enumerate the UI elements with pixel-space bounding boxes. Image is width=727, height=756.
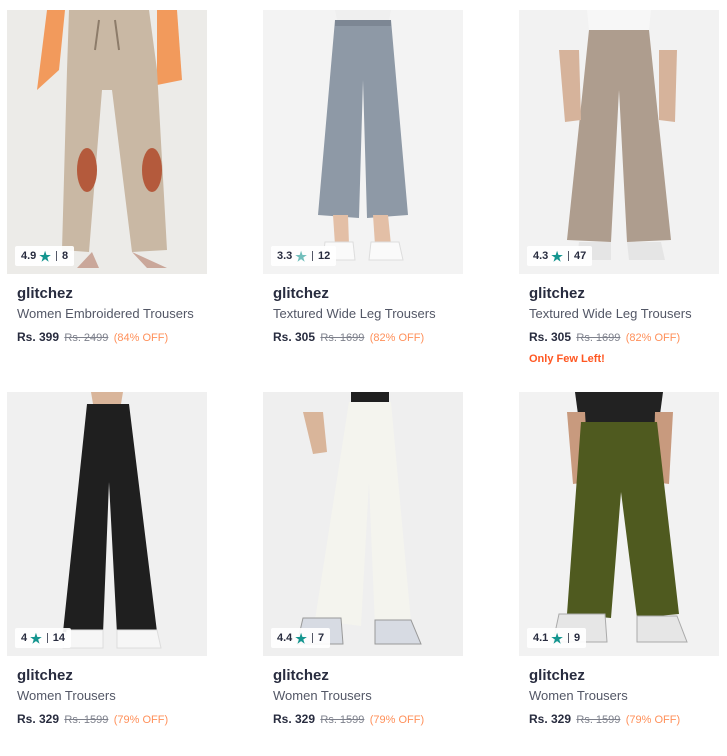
product-card[interactable]: 4.4 ★ 7 glitchez Women Trousers Rs. 329 … (263, 392, 463, 728)
product-image[interactable]: 4.9 ★ 8 (7, 10, 207, 274)
rating-value: 4.3 (533, 250, 549, 262)
original-price: Rs. 1599 (320, 714, 365, 726)
olive-trousers-image (552, 392, 688, 643)
rating-divider (46, 633, 48, 643)
brand-name: glitchez (273, 667, 329, 684)
product-card[interactable]: 4 ★ 14 glitchez Women Trousers Rs. 329 R… (7, 392, 207, 728)
price-row: Rs. 305 Rs. 1699 (82% OFF) (529, 330, 709, 346)
original-price: Rs. 2499 (64, 332, 109, 344)
discount-percent: (79% OFF) (625, 714, 681, 726)
stock-alert: Only Few Left! (529, 353, 605, 365)
rating-divider (567, 251, 569, 261)
rating-badge: 4.1 ★ 9 (527, 628, 587, 648)
star-icon: ★ (39, 248, 51, 264)
discounted-price: Rs. 329 (529, 712, 572, 726)
discount-percent: (82% OFF) (369, 332, 425, 344)
rating-divider (311, 633, 313, 643)
original-price: Rs. 1599 (576, 714, 621, 726)
star-icon: ★ (551, 630, 563, 646)
white-trousers-image (296, 392, 422, 645)
rating-divider (567, 633, 569, 643)
rating-count: 7 (317, 632, 325, 644)
taupe-trousers-image (559, 10, 677, 260)
price-row: Rs. 329 Rs. 1599 (79% OFF) (17, 712, 197, 728)
rating-value: 4.4 (277, 632, 293, 644)
discounted-price: Rs. 305 (273, 330, 316, 344)
discount-percent: (79% OFF) (369, 714, 425, 726)
rating-count: 8 (61, 250, 69, 262)
rating-value: 4 (21, 632, 28, 644)
brand-name: glitchez (529, 667, 585, 684)
discounted-price: Rs. 399 (17, 330, 60, 344)
brand-name: glitchez (17, 285, 73, 302)
product-name: Women Trousers (17, 688, 116, 703)
original-price: Rs. 1699 (576, 332, 621, 344)
embroidered-trousers-image (37, 10, 182, 268)
rating-badge: 3.3 ★ 12 (271, 246, 337, 266)
rating-count: 12 (317, 250, 331, 262)
product-card[interactable]: 4.3 ★ 47 glitchez Textured Wide Leg Trou… (519, 10, 719, 366)
black-trousers-image (62, 392, 162, 649)
product-image[interactable]: 4.1 ★ 9 (519, 392, 719, 656)
product-image[interactable]: 4.4 ★ 7 (263, 392, 463, 656)
product-card[interactable]: 4.9 ★ 8 glitchez Women Embroidered Trous… (7, 10, 207, 346)
star-icon: ★ (30, 630, 42, 646)
star-icon: ★ (551, 248, 563, 264)
product-card[interactable]: 3.3 ★ 12 glitchez Textured Wide Leg Trou… (263, 10, 463, 346)
rating-badge: 4.3 ★ 47 (527, 246, 593, 266)
discounted-price: Rs. 305 (529, 330, 572, 344)
brand-name: glitchez (529, 285, 585, 302)
brand-name: glitchez (273, 285, 329, 302)
rating-badge: 4.4 ★ 7 (271, 628, 331, 648)
brand-name: glitchez (17, 667, 73, 684)
grey-trousers-image (318, 10, 408, 261)
product-name: Women Embroidered Trousers (17, 306, 194, 321)
discounted-price: Rs. 329 (273, 712, 316, 726)
price-row: Rs. 305 Rs. 1699 (82% OFF) (273, 330, 453, 346)
rating-divider (311, 251, 313, 261)
rating-value: 3.3 (277, 250, 293, 262)
discounted-price: Rs. 329 (17, 712, 60, 726)
product-image[interactable]: 4 ★ 14 (7, 392, 207, 656)
rating-value: 4.9 (21, 250, 37, 262)
discount-percent: (79% OFF) (113, 714, 169, 726)
star-icon: ★ (295, 630, 307, 646)
product-name: Textured Wide Leg Trousers (529, 306, 692, 321)
price-row: Rs. 399 Rs. 2499 (84% OFF) (17, 330, 197, 346)
product-name: Textured Wide Leg Trousers (273, 306, 436, 321)
product-name: Women Trousers (529, 688, 628, 703)
rating-badge: 4.9 ★ 8 (15, 246, 75, 266)
product-image[interactable]: 4.3 ★ 47 (519, 10, 719, 274)
rating-count: 47 (573, 250, 587, 262)
discount-percent: (82% OFF) (625, 332, 681, 344)
star-icon: ★ (295, 248, 307, 264)
original-price: Rs. 1599 (64, 714, 109, 726)
rating-count: 9 (573, 632, 581, 644)
product-name: Women Trousers (273, 688, 372, 703)
rating-badge: 4 ★ 14 (15, 628, 72, 648)
discount-percent: (84% OFF) (113, 332, 169, 344)
price-row: Rs. 329 Rs. 1599 (79% OFF) (273, 712, 453, 728)
rating-value: 4.1 (533, 632, 549, 644)
original-price: Rs. 1699 (320, 332, 365, 344)
rating-count: 14 (52, 632, 66, 644)
product-card[interactable]: 4.1 ★ 9 glitchez Women Trousers Rs. 329 … (519, 392, 719, 728)
rating-divider (55, 251, 57, 261)
product-image[interactable]: 3.3 ★ 12 (263, 10, 463, 274)
price-row: Rs. 329 Rs. 1599 (79% OFF) (529, 712, 709, 728)
